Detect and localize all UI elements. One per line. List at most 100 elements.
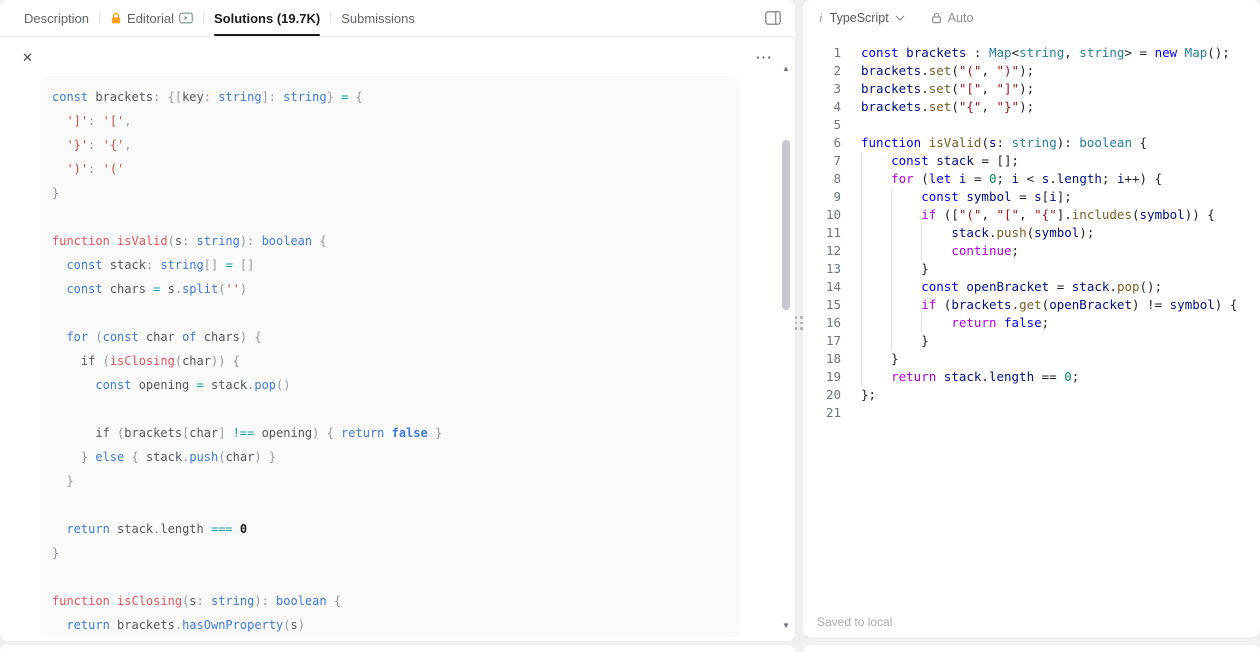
code-token: : xyxy=(973,45,989,60)
code-token: of xyxy=(182,330,197,344)
code-token: '' xyxy=(225,282,240,296)
indent-guide xyxy=(861,170,891,188)
code-line: ']': '[', xyxy=(52,109,728,133)
code-token: )) { xyxy=(1184,207,1215,222)
code-token: stack xyxy=(1071,279,1110,294)
line-number: 16 xyxy=(825,315,841,330)
line-number: 6 xyxy=(833,135,841,150)
code-token: for xyxy=(891,171,914,186)
code-token: , xyxy=(124,138,132,152)
code-token: = xyxy=(973,171,989,186)
code-token: ; xyxy=(996,171,1012,186)
code-token: . xyxy=(1049,171,1057,186)
code-token: set xyxy=(928,99,952,114)
code-token: ): xyxy=(1056,135,1080,150)
code-token: char xyxy=(138,330,183,344)
code-token: ++) { xyxy=(1124,171,1163,186)
scrollbar[interactable]: ▲ ▼ xyxy=(780,62,792,633)
code-token: pop xyxy=(254,378,277,392)
code-token: == xyxy=(1041,369,1065,384)
code-token: for xyxy=(66,330,89,344)
panel-resize-handle[interactable] xyxy=(794,310,803,336)
code-token: chars xyxy=(196,330,240,344)
tab-submissions[interactable]: Submissions xyxy=(331,0,425,36)
indent-guide xyxy=(861,296,891,314)
scrollbar-thumb[interactable] xyxy=(782,140,790,310)
code-token: s xyxy=(1034,189,1042,204)
code-token: ) != xyxy=(1132,297,1170,312)
code-line: } xyxy=(52,469,728,493)
code-line: 20}; xyxy=(803,386,1260,404)
code-editor-panel: i TypeScript Auto 1 const brackets : Map<… xyxy=(803,0,1260,637)
bottom-panel-left[interactable] xyxy=(0,645,795,652)
code-line: 16 return false; xyxy=(803,314,1260,332)
code-token: ( xyxy=(981,135,989,150)
code-token: } xyxy=(66,474,74,488)
solution-code-block: const brackets: {[key: string]: string} … xyxy=(40,76,740,637)
code-token: ); xyxy=(1019,63,1035,78)
more-icon[interactable]: ⋯ xyxy=(755,48,773,68)
code-token: hasOwnProperty xyxy=(182,618,284,632)
language-selector[interactable]: TypeScript xyxy=(830,11,905,25)
line-number: 19 xyxy=(825,369,841,384)
code-token: i xyxy=(1049,189,1057,204)
code-editor[interactable]: 1 const brackets : Map<string, string> = … xyxy=(803,36,1260,422)
code-token: . xyxy=(174,282,183,296)
code-token: > = xyxy=(1124,45,1155,60)
code-token: ']' xyxy=(66,114,89,128)
close-icon[interactable]: ✕ xyxy=(22,50,33,66)
code-token: return xyxy=(951,315,997,330)
code-token: , xyxy=(981,81,997,96)
code-line: } xyxy=(52,181,728,205)
code-token: } xyxy=(921,261,929,276)
lock-icon xyxy=(931,12,942,24)
code-token: = xyxy=(1056,279,1072,294)
panel-toggle-icon[interactable] xyxy=(765,11,781,25)
tab-solutions[interactable]: Solutions (19.7K) xyxy=(204,0,330,36)
code-token: s xyxy=(160,282,175,296)
code-token: } xyxy=(427,426,443,440)
code-token: ( xyxy=(102,354,110,368)
code-token: ) } xyxy=(254,450,277,464)
code-token: 0 xyxy=(232,522,248,536)
language-value: TypeScript xyxy=(829,11,889,25)
code-line: const stack: string[] = [] xyxy=(52,253,728,277)
code-token: ( xyxy=(167,234,175,248)
code-token: 0 xyxy=(1064,369,1072,384)
indent-guide xyxy=(861,368,891,386)
indent-guide xyxy=(891,242,921,260)
code-token: { xyxy=(312,234,327,248)
code-token: function isClosing xyxy=(52,594,183,608)
indent-guide xyxy=(891,332,921,350)
code-token: ) { xyxy=(312,426,342,440)
code-token: ; xyxy=(1101,171,1117,186)
code-token: openBracket xyxy=(958,279,1057,294)
code-token: '[' xyxy=(102,114,125,128)
code-token: ; xyxy=(1071,369,1080,384)
code-token: const xyxy=(66,258,103,272)
code-line: const chars = s.split('') xyxy=(52,277,728,301)
scroll-down-icon[interactable]: ▼ xyxy=(780,621,792,631)
code-token: set xyxy=(928,81,952,96)
code-token: isClosing xyxy=(109,354,175,368)
code-line: 8 for (let i = 0; i < s.length; i++) { xyxy=(803,170,1260,188)
auto-layout-toggle[interactable]: Auto xyxy=(931,11,973,25)
code-token: const xyxy=(66,282,103,296)
code-token: stack xyxy=(145,450,183,464)
code-line: if (brackets[char] !== opening) { return… xyxy=(52,421,728,445)
code-token: "{" xyxy=(958,99,982,114)
code-line: ')': '(' xyxy=(52,157,728,181)
code-line: if (isClosing(char)) { xyxy=(52,349,728,373)
tab-description[interactable]: Description xyxy=(14,0,99,36)
code-token: string xyxy=(1011,135,1057,150)
scroll-up-icon[interactable]: ▲ xyxy=(780,64,792,74)
code-token: string xyxy=(210,594,255,608)
tab-editorial[interactable]: Editorial xyxy=(100,0,203,36)
code-line: function isValid(s: string): boolean { xyxy=(52,229,728,253)
console-panel-collapsed[interactable] xyxy=(803,645,1260,652)
code-token: brackets xyxy=(861,99,922,114)
